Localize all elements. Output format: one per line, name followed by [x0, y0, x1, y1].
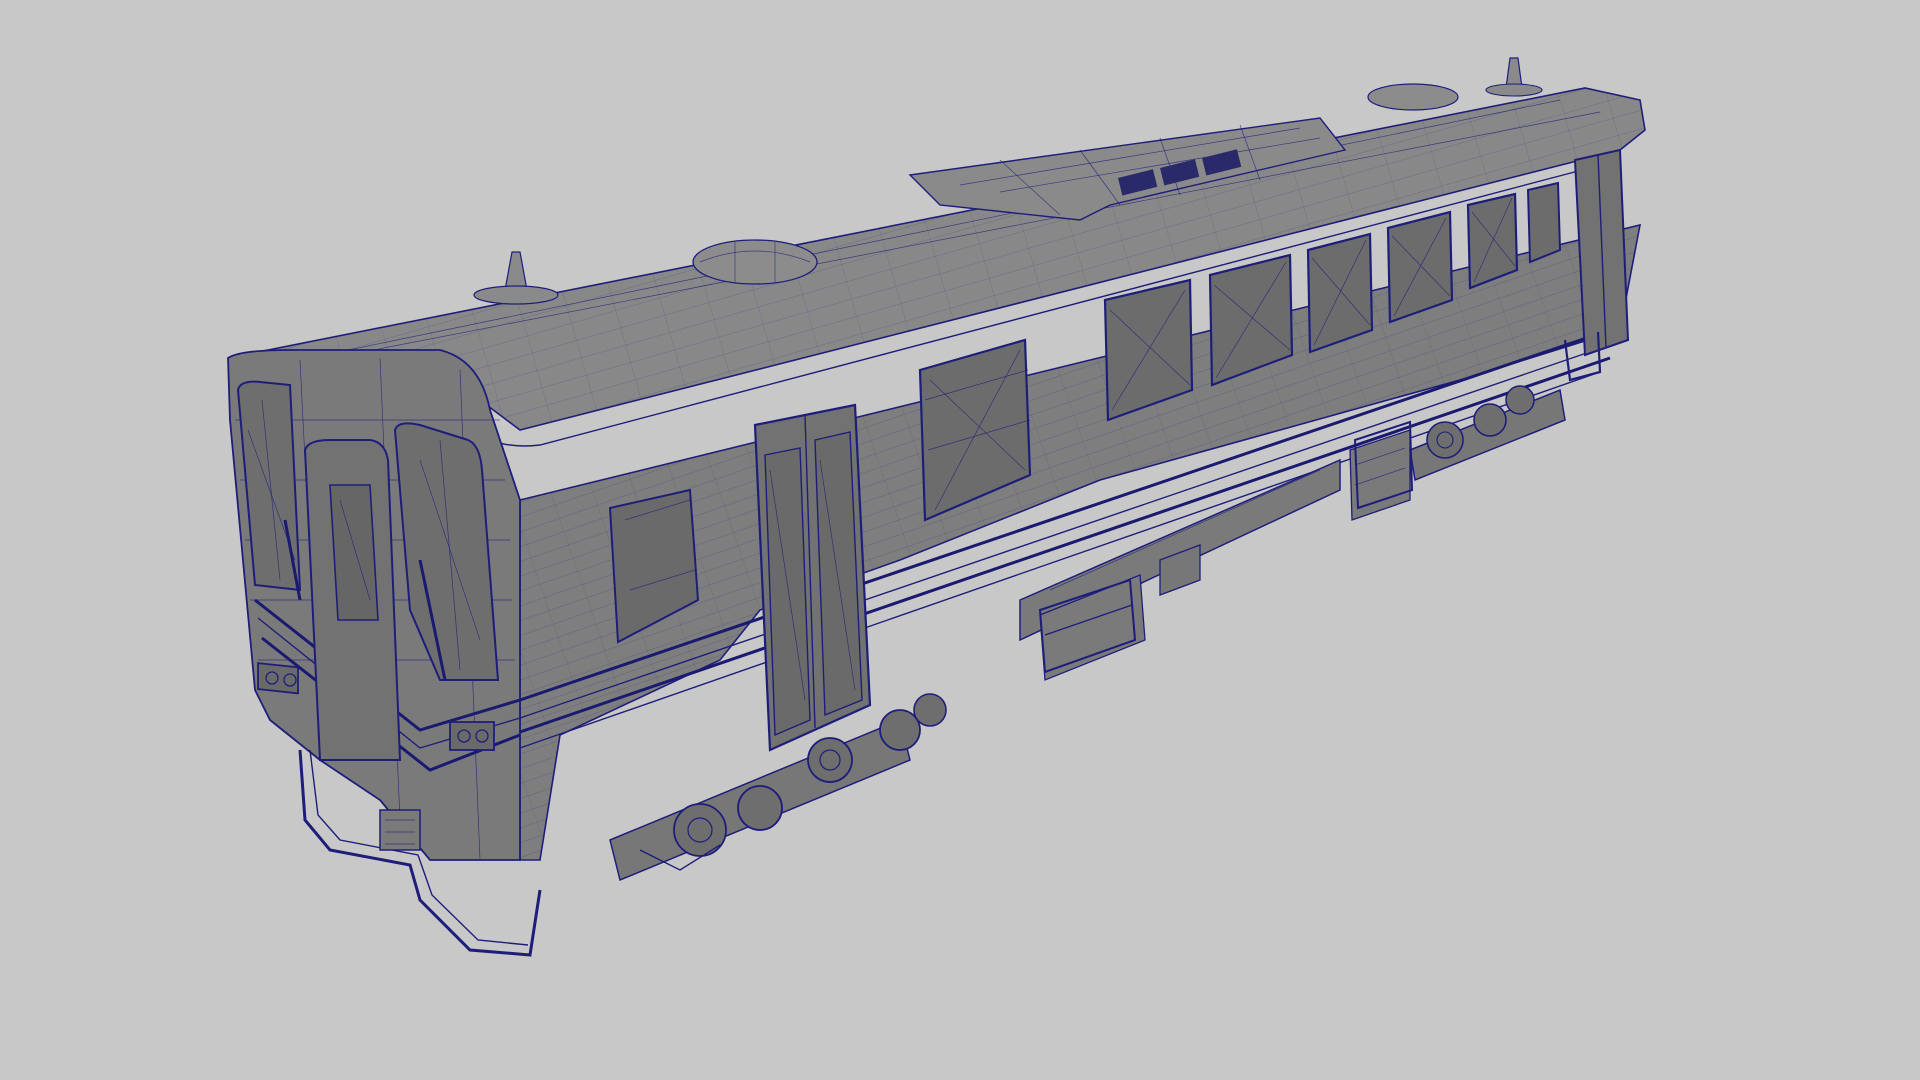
antenna-front — [473, 251, 559, 305]
wireframe-scene[interactable] — [0, 0, 1920, 1080]
side-door-front — [753, 403, 872, 752]
roof-dome-rear — [1367, 83, 1459, 111]
3d-viewport[interactable] — [0, 0, 1920, 1080]
side-window-6 — [1466, 192, 1519, 290]
side-window-7 — [1526, 181, 1562, 264]
headlight-left — [257, 662, 299, 695]
coupler — [379, 809, 421, 851]
headlight-right — [449, 721, 495, 751]
roof-dome-front — [692, 239, 818, 285]
side-window-4 — [1306, 232, 1374, 354]
antenna-rear — [1485, 57, 1543, 97]
side-door-rear — [1573, 148, 1630, 357]
front-door — [303, 439, 402, 761]
